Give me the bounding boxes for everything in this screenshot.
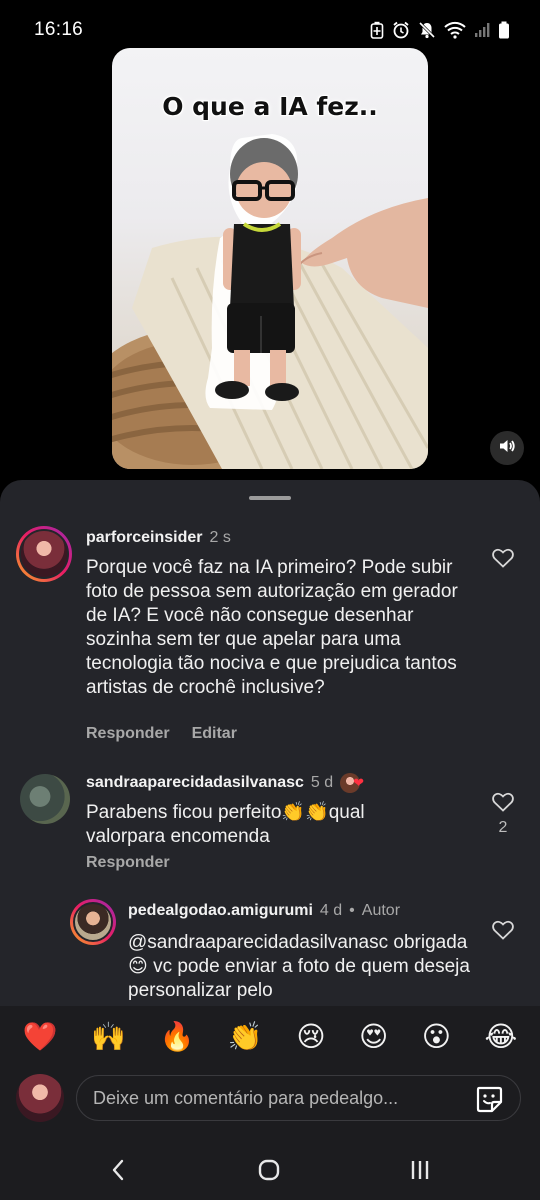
avatar[interactable] [16, 526, 72, 582]
emoji-heart-eyes-button[interactable]: 😍 [359, 1023, 388, 1051]
home-icon [258, 1159, 280, 1181]
comment-input[interactable] [93, 1087, 453, 1109]
back-icon [112, 1159, 124, 1181]
volume-icon [498, 437, 516, 460]
volume-button[interactable] [490, 431, 524, 465]
emoji-raised-hands-button[interactable]: 🙌 [91, 1023, 126, 1051]
comment-text: Porque você faz na IA primeiro? Pode sub… [86, 557, 458, 698]
comment-actions: Responder [86, 854, 170, 872]
back-button[interactable] [98, 1156, 138, 1184]
like-button[interactable] [492, 792, 516, 814]
author-liked-icon: ❤ [340, 773, 366, 793]
avatar[interactable] [20, 774, 70, 824]
avatar[interactable] [70, 899, 116, 945]
comment-meta: pedealgodao.amigurumi 4 d • Autor [128, 902, 401, 920]
comment-input-row [0, 1068, 540, 1140]
wifi-icon [444, 21, 466, 39]
comment-text: @sandraaparecidadasilvanasc obrigada 😊 v… [128, 932, 470, 1001]
emoji-crying-button[interactable]: 😢 [296, 1023, 325, 1051]
navigation-bar [0, 1140, 540, 1200]
emoji-surprised-button[interactable]: 😮 [422, 1023, 451, 1051]
comment-username[interactable]: parforceinsider [86, 529, 202, 547]
like-button[interactable] [492, 920, 516, 942]
comment-actions: Responder Editar [86, 725, 237, 743]
recent-apps-button[interactable] [400, 1156, 440, 1184]
emoji-bar: ❤️ 🙌 🔥 👏 😢 😍 😮 😂 [0, 1006, 540, 1068]
signal-icon [474, 22, 490, 38]
status-icons [370, 21, 510, 39]
comment-meta: parforceinsider 2 s [86, 529, 231, 547]
emoji-laughing-button[interactable]: 😂 [484, 1023, 517, 1051]
video-frame[interactable]: O que a IA fez.. [112, 48, 428, 469]
emoji-fire-button[interactable]: 🔥 [160, 1023, 195, 1051]
mute-icon [418, 21, 436, 39]
sticker-button[interactable] [474, 1084, 504, 1114]
emoji-clap-button[interactable]: 👏 [228, 1023, 263, 1051]
comment-text: Parabens ficou perfeito👏👏qual valorpara … [86, 802, 365, 847]
alarm-icon [392, 21, 410, 39]
home-button[interactable] [249, 1156, 289, 1184]
recent-apps-icon [411, 1161, 429, 1179]
like-count: 2 [498, 819, 508, 836]
sticker-icon [476, 1086, 503, 1113]
battery-icon [498, 21, 510, 39]
status-time: 16:16 [34, 19, 84, 40]
video-caption: O que a IA fez.. [162, 92, 378, 121]
comment-time: 5 d [310, 774, 334, 791]
edit-button[interactable]: Editar [192, 725, 237, 743]
heart-icon [492, 548, 514, 568]
heart-icon [492, 792, 514, 812]
comment-username[interactable]: sandraaparecidadasilvanasc [86, 774, 304, 792]
heart-icon [492, 920, 514, 940]
emoji-heart-button[interactable]: ❤️ [23, 1023, 58, 1051]
comment-time: 2 s [209, 529, 231, 546]
comment-input-box[interactable] [76, 1075, 521, 1121]
reply-button[interactable]: Responder [86, 854, 170, 872]
comment-username[interactable]: pedealgodao.amigurumi [128, 902, 313, 920]
video-preview[interactable]: O que a IA fez.. [0, 48, 540, 476]
comment-meta: sandraaparecidadasilvanasc 5 d ❤ [86, 773, 366, 793]
author-badge: Autor [361, 902, 401, 919]
reply-button[interactable]: Responder [86, 725, 170, 743]
like-button[interactable] [492, 548, 516, 570]
battery-saver-icon [370, 21, 384, 39]
current-user-avatar [16, 1074, 64, 1122]
drag-handle[interactable] [249, 496, 291, 500]
comment-time: 4 d [319, 902, 343, 919]
